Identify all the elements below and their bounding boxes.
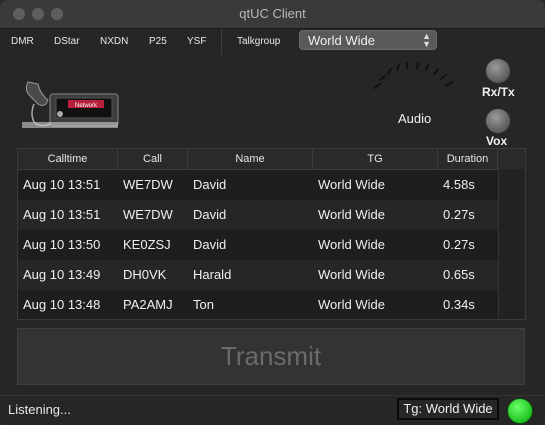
talkgroup-label: Talkgroup	[237, 36, 281, 47]
mode-dstar[interactable]: DStar	[54, 36, 80, 47]
cell-name: David	[193, 237, 227, 252]
status-indicator-icon	[507, 398, 533, 424]
cell-name: David	[193, 207, 227, 222]
radio-brand-text: Network	[75, 103, 98, 109]
table-row[interactable]: Aug 10 13:51 WE7DW David World Wide 4.58…	[18, 170, 498, 200]
cell-tg: World Wide	[318, 267, 385, 282]
cell-duration: 0.34s	[443, 297, 475, 312]
cell-tg: World Wide	[318, 207, 385, 222]
title-bar: qtUC Client	[0, 0, 545, 29]
mode-dmr[interactable]: DMR	[11, 36, 34, 47]
app-window: qtUC Client DMR DStar NXDN P25 YSF Talkg…	[0, 0, 545, 425]
cell-name: David	[193, 177, 227, 192]
cell-tg: World Wide	[318, 237, 385, 252]
table-row[interactable]: Aug 10 13:49 DH0VK Harald World Wide 0.6…	[18, 260, 498, 290]
cell-call: PA2AMJ	[123, 297, 173, 312]
audio-level-dial	[373, 62, 453, 89]
table-row[interactable]: Aug 10 13:48 PA2AMJ Ton World Wide 0.34s	[18, 290, 498, 319]
cell-duration: 0.27s	[443, 207, 475, 222]
audio-label: Audio	[398, 111, 432, 126]
cell-name: Ton	[193, 297, 214, 312]
cell-call: DH0VK	[123, 267, 167, 282]
column-header-calltime[interactable]: Calltime	[18, 149, 118, 169]
cell-duration: 0.65s	[443, 267, 475, 282]
mode-ysf[interactable]: YSF	[187, 36, 206, 47]
call-log-table: Calltime Call Name TG Duration Aug 10 13…	[17, 148, 526, 320]
select-arrows-icon: ▲ ▼	[422, 31, 431, 49]
table-row[interactable]: Aug 10 13:50 KE0ZSJ David World Wide 0.2…	[18, 230, 498, 260]
cell-calltime: Aug 10 13:51	[23, 207, 101, 222]
cell-name: Harald	[193, 267, 232, 282]
cell-call: WE7DW	[123, 177, 173, 192]
cell-tg: World Wide	[318, 177, 385, 192]
talkgroup-status: Tg: World Wide	[397, 398, 499, 420]
transmit-button[interactable]: Transmit	[17, 328, 525, 385]
column-header-name[interactable]: Name	[188, 149, 313, 169]
cell-call: WE7DW	[123, 207, 173, 222]
talkgroup-select[interactable]: World Wide ▲ ▼	[299, 30, 437, 50]
radio-icon: Network	[22, 81, 119, 128]
status-text: Listening...	[8, 402, 71, 417]
cell-tg: World Wide	[318, 297, 385, 312]
cell-duration: 0.27s	[443, 237, 475, 252]
column-header-duration[interactable]: Duration	[438, 149, 498, 169]
rxtx-knob[interactable]	[485, 58, 511, 84]
toolbar-separator	[221, 29, 222, 55]
table-row[interactable]: Aug 10 13:51 WE7DW David World Wide 0.27…	[18, 200, 498, 230]
cell-duration: 4.58s	[443, 177, 475, 192]
mode-nxdn[interactable]: NXDN	[100, 36, 128, 47]
cell-calltime: Aug 10 13:51	[23, 177, 101, 192]
rxtx-label: Rx/Tx	[482, 85, 515, 99]
vox-knob[interactable]	[485, 108, 511, 134]
table-scrollbar[interactable]	[498, 169, 525, 319]
cell-calltime: Aug 10 13:50	[23, 237, 101, 252]
cell-calltime: Aug 10 13:49	[23, 267, 101, 282]
cell-calltime: Aug 10 13:48	[23, 297, 101, 312]
column-header-tg[interactable]: TG	[313, 149, 438, 169]
talkgroup-select-value: World Wide	[308, 33, 375, 48]
vox-label: Vox	[486, 134, 508, 148]
status-divider	[0, 395, 545, 396]
mode-p25[interactable]: P25	[149, 36, 167, 47]
table-header: Calltime Call Name TG Duration	[18, 149, 525, 170]
column-header-call[interactable]: Call	[118, 149, 188, 169]
cell-call: KE0ZSJ	[123, 237, 171, 252]
window-title: qtUC Client	[239, 6, 306, 21]
toolbar: DMR DStar NXDN P25 YSF Talkgroup	[0, 29, 545, 55]
